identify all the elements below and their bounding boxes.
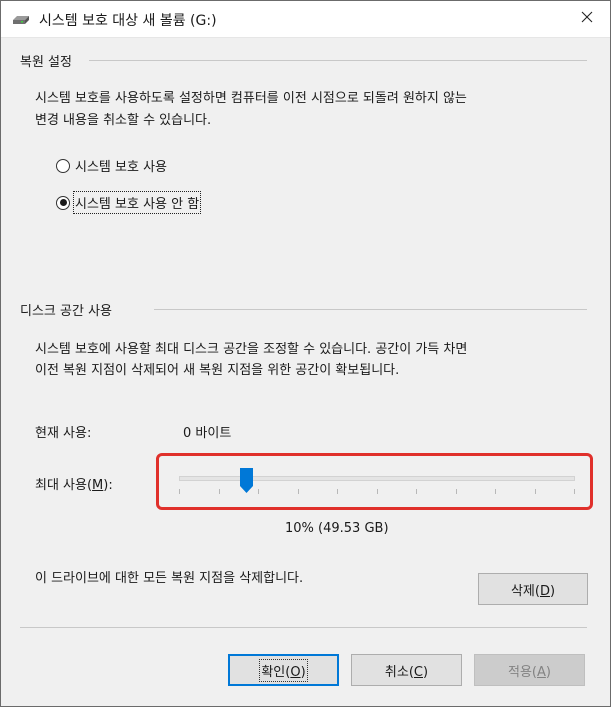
radio-enable-protection[interactable]: 시스템 보호 사용 [56,155,168,176]
cancel-button[interactable]: 취소(C) [351,654,462,686]
slider-tick [179,489,180,494]
delete-button-suffix: ) [549,583,556,599]
close-icon [581,11,593,27]
drive-icon [12,13,30,25]
restore-settings-description-2: 변경 내용을 취소할 수 있습니다. [35,113,212,128]
close-button[interactable] [570,5,604,33]
apply-button-suffix: ) [545,664,551,680]
slider-value-text: 10% (49.53 GB) [285,521,389,536]
restore-settings-description-1: 시스템 보호를 사용하도록 설정하면 컴퓨터를 이전 시점으로 되돌려 원하지 … [35,91,467,106]
cancel-button-key: C [413,664,423,680]
delete-button[interactable]: 삭제(D) [478,573,588,605]
ok-button-prefix: 확인( [261,664,291,680]
slider-tick [495,489,496,494]
apply-button[interactable]: 적용(A) [474,654,585,686]
radio-label: 시스템 보호 사용 안 함 [72,191,202,214]
slider-tick [219,489,220,494]
disk-space-divider [154,309,587,310]
apply-button-label: 적용(A) [508,661,551,680]
max-usage-label-suffix: ): [103,478,113,493]
restore-settings-header: 복원 설정 [20,55,72,70]
delete-button-label: 삭제(D) [511,580,555,599]
current-usage-label: 현재 사용: [35,426,92,441]
max-usage-slider[interactable] [179,463,575,503]
slider-track[interactable] [179,476,575,481]
slider-tick [574,489,575,494]
apply-button-prefix: 적용( [508,664,537,680]
radio-button[interactable] [56,195,70,210]
radio-button[interactable] [56,158,70,173]
slider-tick [298,489,299,494]
radio-label: 시스템 보호 사용 [75,160,167,175]
disk-space-description-2: 이전 복원 지점이 삭제되어 새 복원 지점을 위한 공간이 확보됩니다. [35,363,400,378]
max-usage-label-key: M [92,478,104,493]
slider-ticks [179,489,575,495]
slider-tick [258,489,259,494]
restore-settings-divider [89,60,587,61]
cancel-button-prefix: 취소( [384,664,414,680]
slider-tick [535,489,536,494]
window-title: 시스템 보호 대상 새 볼륨 (G:) [39,13,217,29]
system-protection-dialog: 시스템 보호 대상 새 볼륨 (G:) 복원 설정 시스템 보호를 사용하도록 … [0,0,611,707]
title-bar[interactable]: 시스템 보호 대상 새 볼륨 (G:) [1,1,610,38]
slider-tick [377,489,378,494]
delete-button-key: D [539,583,550,599]
max-usage-label-prefix: 최대 사용( [35,478,93,493]
ok-button-key: O [290,664,301,680]
slider-tick [416,489,417,494]
disk-space-description-1: 시스템 보호에 사용할 최대 디스크 공간을 조정할 수 있습니다. 공간이 가… [35,342,468,357]
bottom-divider [20,627,587,628]
delete-description: 이 드라이브에 대한 모든 복원 지점을 삭제합니다. [35,571,304,586]
cancel-button-suffix: ) [423,664,429,680]
apply-button-key: A [537,664,546,680]
slider-tick [456,489,457,494]
slider-thumb[interactable] [240,468,253,493]
ok-button-suffix: ) [300,664,306,680]
ok-button[interactable]: 확인(O) [228,654,339,686]
disk-space-header: 디스크 공간 사용 [20,304,112,319]
max-usage-label: 최대 사용(M): [35,474,113,493]
current-usage-value: 0 바이트 [183,426,232,441]
delete-button-prefix: 삭제( [510,583,540,599]
cancel-button-label: 취소(C) [385,661,428,680]
slider-tick [337,489,338,494]
ok-button-label: 확인(O) [259,658,308,682]
radio-disable-protection[interactable]: 시스템 보호 사용 안 함 [56,191,202,214]
